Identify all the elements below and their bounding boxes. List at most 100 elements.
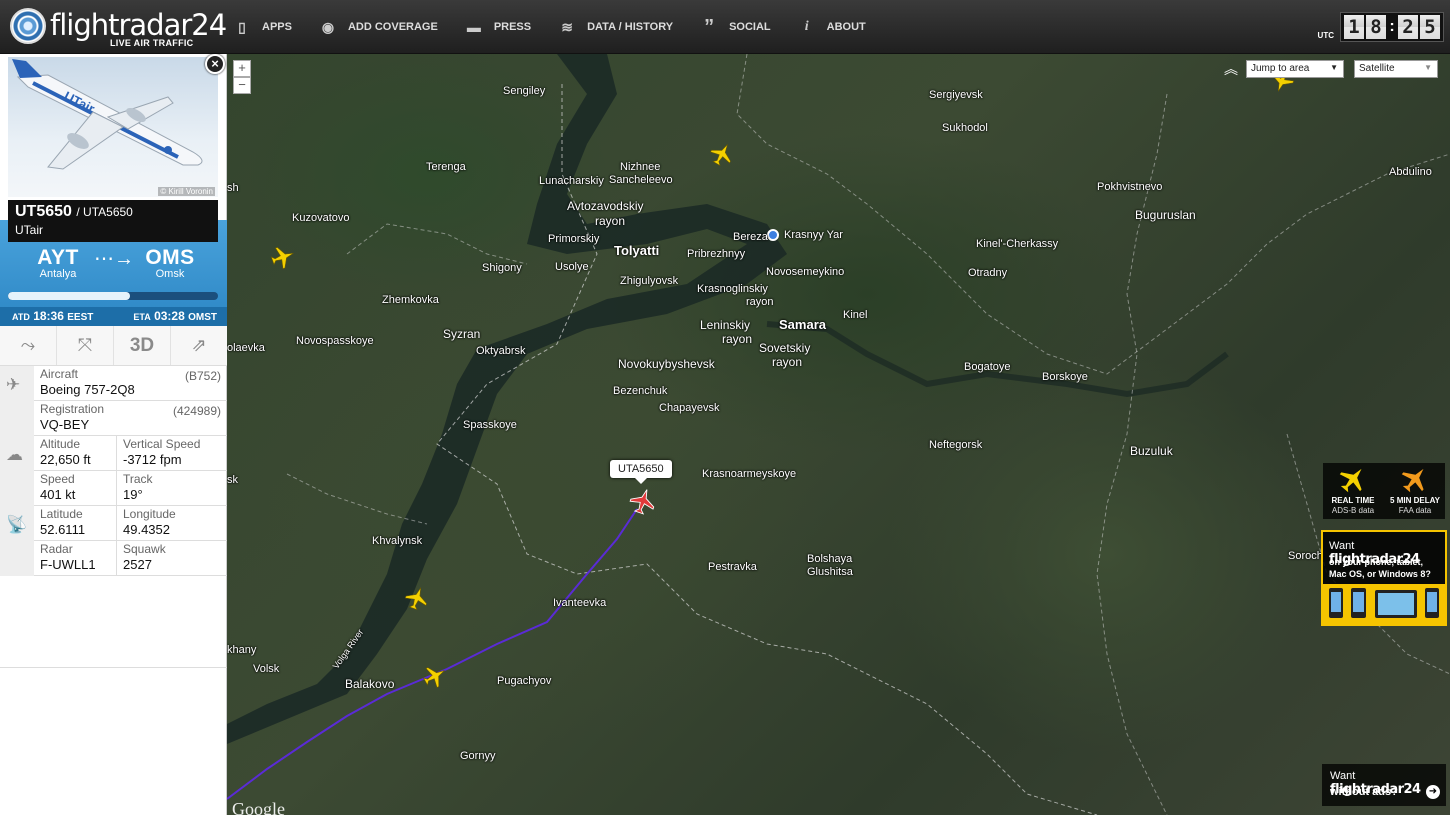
map-label: Bogatoye (964, 361, 1011, 373)
longitude-value: 49.4352 (123, 522, 170, 537)
aircraft-marker (710, 144, 731, 167)
divider (116, 436, 117, 471)
jump-to-area-value: Jump to area (1251, 63, 1310, 74)
map-label: Borskoye (1042, 371, 1088, 383)
nav-apps-label: APPS (262, 21, 292, 33)
origin-airport[interactable]: AYT Antalya (18, 246, 98, 280)
latitude-label: Latitude (40, 507, 83, 521)
brand-logo[interactable]: flightradar24 LIVE AIR TRAFFIC (8, 6, 227, 50)
mobile-app-ad[interactable]: Want flightradar24 on your phone, tablet… (1321, 530, 1447, 626)
collapse-chevron-icon[interactable]: ︽ (1224, 59, 1238, 79)
radar-cell: Radar F-UWLL1 (40, 543, 96, 573)
altitude-label: Altitude (40, 437, 81, 451)
map-label: Zhigulyovsk (620, 275, 679, 287)
nav-about[interactable]: i ABOUT (787, 0, 882, 54)
nav-apps[interactable]: ▯ APPS (222, 0, 308, 54)
delay-legend: 5 MIN DELAY FAA data (1385, 463, 1445, 519)
clock-digit: 1 (1344, 15, 1364, 39)
region-border (346, 223, 528, 265)
speed-value: 401 kt (40, 487, 76, 502)
track-value: 19° (123, 487, 143, 502)
map-label: Zhemkovka (382, 294, 439, 306)
map-label: Sengiley (503, 85, 546, 97)
devices-icon (1329, 588, 1439, 618)
zoom-in-button[interactable]: + (233, 60, 251, 77)
aircraft-marker (270, 247, 294, 270)
nav-add-coverage-label: ADD COVERAGE (347, 21, 438, 33)
nav-press-label: PRESS (493, 21, 532, 33)
view-3d-button[interactable]: 3D (114, 326, 171, 365)
no-ads-ad[interactable]: Want flightradar24 without ads? ➜ (1322, 764, 1446, 806)
close-panel-button[interactable]: × (205, 54, 225, 74)
map-label: Krasnoarmeyskoye (702, 468, 797, 480)
arrow-right-icon[interactable]: ➜ (1426, 785, 1440, 799)
map-layer (227, 54, 1450, 815)
clock-digit: 5 (1420, 15, 1440, 39)
map-label: sh (227, 182, 239, 194)
flight-header: UT5650 / UTA5650 UTair (8, 200, 218, 242)
flight-progress-fill (8, 292, 130, 300)
eta-time: 03:28 (154, 309, 185, 323)
dropdown-caret-icon: ▼ (1330, 63, 1338, 72)
map-label: Khvalynsk (372, 535, 423, 547)
aircraft-type-code: (B752) (184, 369, 221, 383)
jump-to-area-select[interactable]: Jump to area ▼ (1246, 60, 1344, 78)
destination-airport[interactable]: OMS Omsk (130, 246, 210, 280)
detail-side: ☁ (0, 436, 34, 471)
speed-label: Speed (40, 472, 75, 486)
nav-add-coverage[interactable]: ◉ ADD COVERAGE (308, 0, 454, 54)
aircraft-photo[interactable]: UTair © Kirill Voronin (8, 57, 218, 197)
clock-separator: : (1389, 18, 1395, 35)
map-label: Chapayevsk (659, 402, 720, 414)
database-icon: ≋ (561, 18, 573, 35)
map-label: Bezenchuk (613, 385, 668, 397)
registration-cell: Registration VQ-BEY (40, 403, 104, 433)
speed-cell: Speed 401 kt (40, 473, 75, 503)
realtime-subtitle: ADS-B data (1331, 506, 1375, 515)
map-label: Volsk (253, 663, 280, 675)
map-label: rayon (722, 332, 753, 346)
show-route-button[interactable]: ⤳ (0, 326, 57, 365)
squawk-label: Squawk (123, 542, 166, 556)
top-bar: flightradar24 LIVE AIR TRAFFIC ▯ APPS ◉ … (0, 0, 1450, 54)
nav-data-history[interactable]: ≋ DATA / HISTORY (547, 0, 689, 54)
share-button[interactable]: ⇗ (171, 326, 227, 365)
map-label: Novosemeykino (766, 266, 845, 278)
detail-side (0, 471, 34, 506)
map-label: Sancheleevo (609, 174, 673, 186)
origin-city: Antalya (39, 268, 77, 280)
map-label: Sovetskiy (759, 341, 811, 355)
map-label: Pugachyov (497, 675, 552, 687)
detail-row-altitude: ☁ Altitude 22,650 ft Vertical Speed -371… (0, 436, 227, 471)
map-label: Pokhvistnevo (1097, 181, 1163, 193)
nav-social[interactable]: ” SOCIAL (689, 0, 787, 54)
map-type-value: Satellite (1359, 63, 1395, 74)
zoom-out-button[interactable]: − (233, 77, 251, 94)
cloud-icon: ☁ (6, 445, 23, 464)
noads-text: without ads? (1330, 786, 1398, 798)
selected-flight-label[interactable]: UTA5650 (610, 460, 672, 484)
map-label: rayon (746, 296, 774, 308)
fit-view-button[interactable]: ⤧ (57, 326, 114, 365)
map-label: Sergiyevsk (929, 89, 983, 101)
mode-s-code: (424989) (172, 404, 221, 418)
map-type-select[interactable]: Satellite ▼ (1354, 60, 1438, 78)
squawk-cell: Squawk 2527 (123, 543, 166, 573)
devices-image (1323, 584, 1445, 624)
radar-icon (10, 8, 46, 44)
selected-aircraft-marker (629, 489, 655, 515)
speech-bubble-icon: ▬ (466, 19, 481, 35)
squawk-value: 2527 (123, 557, 152, 572)
nav-press[interactable]: ▬ PRESS (454, 0, 547, 54)
zoom-control: + − (233, 60, 251, 94)
map-controls: ︽ Jump to area ▼ Satellite ▼ (1224, 59, 1438, 79)
map-label: Spasskoye (463, 419, 517, 431)
phone-ad-text: on your phone, tablet, Mac OS, or Window… (1329, 556, 1431, 580)
realtime-delay-legend[interactable]: REAL TIME ADS-B data 5 MIN DELAY FAA dat… (1323, 463, 1445, 519)
google-logo: Google (232, 799, 285, 815)
atd-timezone: EEST (67, 312, 94, 323)
atd-time: 18:36 (33, 309, 64, 323)
detail-row-position: 📡 Latitude 52.6111 Longitude 49.4352 (0, 506, 227, 541)
satellite-map[interactable]: Sengiley Sergiyevsk Sukhodol Terenga Niz… (227, 54, 1450, 815)
realtime-title: REAL TIME (1331, 496, 1375, 505)
